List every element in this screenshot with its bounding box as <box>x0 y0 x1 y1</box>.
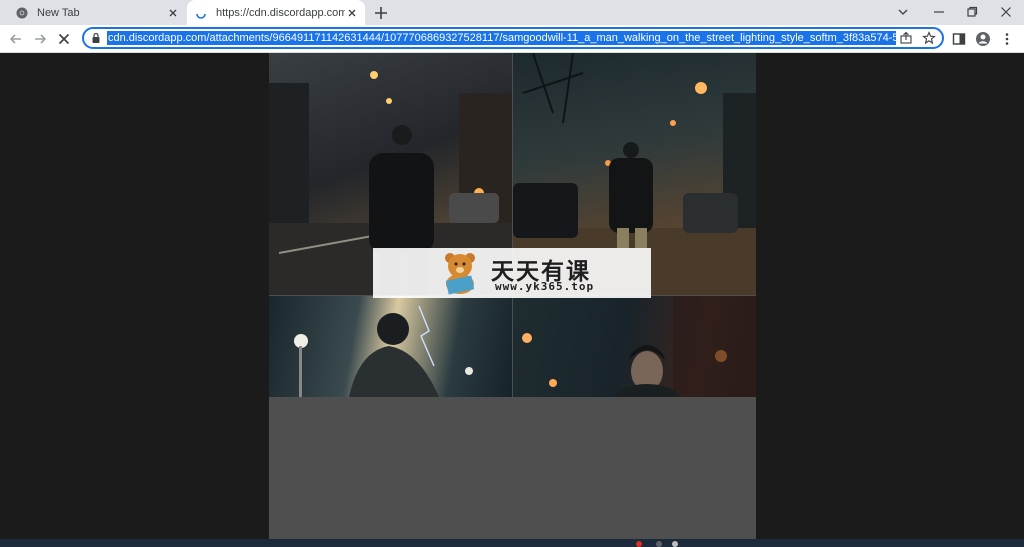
close-tab-icon[interactable] <box>166 6 180 20</box>
tab-strip: New Tab https://cdn.discordapp.com/atta <box>0 0 1024 25</box>
page-viewport: 天天有课 www.yk365.top <box>0 53 1024 539</box>
attachment-image: 天天有课 www.yk365.top <box>269 53 756 539</box>
tab-title: https://cdn.discordapp.com/atta <box>216 6 345 19</box>
chrome-icon <box>16 7 28 18</box>
back-arrow-icon[interactable] <box>8 31 24 47</box>
side-panel-icon[interactable] <box>951 31 967 47</box>
watermark-overlay: 天天有课 www.yk365.top <box>373 248 651 298</box>
tab-discord-attachment[interactable]: https://cdn.discordapp.com/atta <box>187 0 365 25</box>
browser-toolbar: cdn.discordapp.com/attachments/966491171… <box>0 25 1024 53</box>
tray-icon[interactable] <box>656 541 662 547</box>
new-tab-plus-icon[interactable] <box>373 5 389 21</box>
tab-new-tab[interactable]: New Tab <box>6 0 186 25</box>
tab-search-chevron-down-icon[interactable] <box>896 5 910 19</box>
profile-avatar-icon[interactable] <box>975 31 991 47</box>
lock-icon[interactable] <box>90 32 102 44</box>
tab-title: New Tab <box>37 6 80 19</box>
teddy-bear-logo-icon <box>445 253 475 295</box>
bookmark-star-icon[interactable] <box>922 31 936 45</box>
address-bar[interactable]: cdn.discordapp.com/attachments/966491171… <box>82 27 944 49</box>
close-tab-icon[interactable] <box>345 6 359 20</box>
os-taskbar <box>0 539 1024 547</box>
watermark-site-url: www.yk365.top <box>495 280 595 293</box>
more-menu-icon[interactable] <box>999 31 1015 47</box>
tray-icon[interactable] <box>636 541 642 547</box>
stop-loading-icon[interactable] <box>56 31 72 47</box>
image-panel-man-portrait <box>513 296 756 397</box>
loading-spinner-icon <box>196 13 206 19</box>
restore-icon[interactable] <box>965 5 979 19</box>
forward-arrow-icon[interactable] <box>32 31 48 47</box>
image-panel-man-lightning <box>269 296 512 397</box>
minimize-icon[interactable] <box>932 5 946 19</box>
close-window-icon[interactable] <box>999 5 1013 19</box>
url-text[interactable]: cdn.discordapp.com/attachments/966491171… <box>107 31 896 45</box>
tray-icon[interactable] <box>672 541 678 547</box>
share-icon[interactable] <box>899 31 913 45</box>
